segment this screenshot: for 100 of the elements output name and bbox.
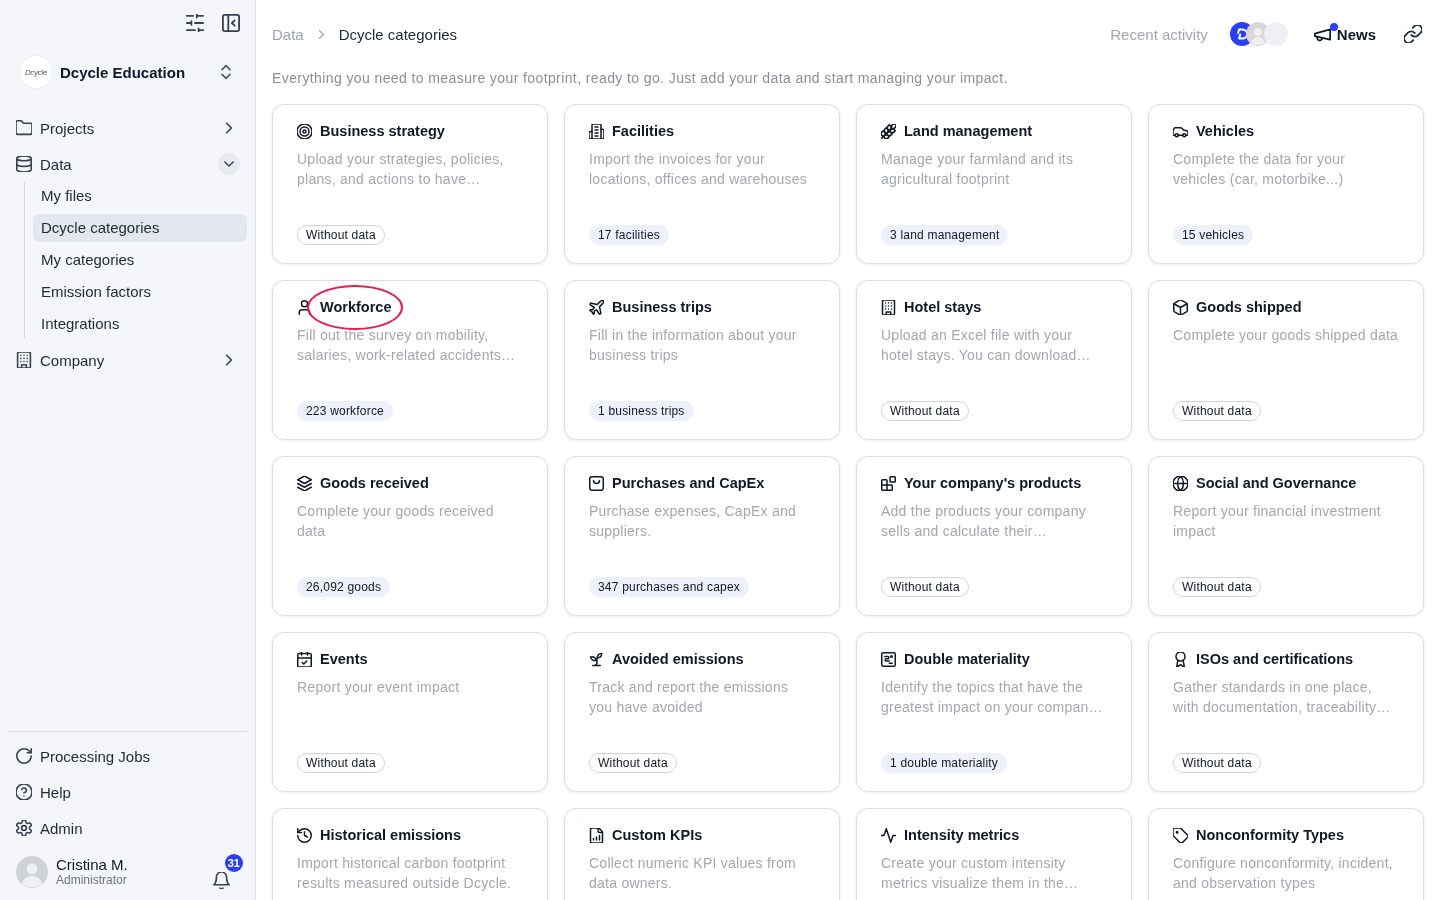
blocks-icon	[881, 475, 896, 491]
nav-subitem[interactable]: My files	[33, 182, 247, 210]
count-badge: 3 land management	[881, 225, 1009, 245]
category-card[interactable]: Purchases and CapEx Purchase expenses, CapEx and suppliers. 347 purchases and capex	[564, 456, 840, 616]
nav-item[interactable]: Company	[8, 342, 247, 378]
card-title: Business strategy	[320, 122, 445, 140]
nav-subitem[interactable]: Emission factors	[33, 278, 247, 306]
nav-subitem[interactable]: Integrations	[33, 310, 247, 338]
award-icon	[1173, 651, 1188, 667]
card-description: Create your custom intensity metrics visualize them in the…	[881, 854, 1080, 893]
card-description: Add the products your company sells and calculate their…	[881, 502, 1087, 541]
status-badge: Without data	[881, 577, 969, 597]
card-title: Land management	[904, 122, 1033, 140]
category-card[interactable]: Facilities Import the invoices for your locations, offices and warehouses 17 facilities	[564, 104, 840, 264]
chevron-down-icon[interactable]	[218, 153, 240, 175]
category-card[interactable]: Events Report your event impact Without data	[272, 632, 548, 792]
nav-subitem[interactable]: My categories	[33, 246, 247, 274]
chart-square-icon	[881, 651, 896, 667]
card-title: Vehicles	[1196, 122, 1255, 140]
layers-icon	[297, 475, 312, 491]
category-card[interactable]: Your company's products Add the products your company sells and calculate their… Without data	[856, 456, 1132, 616]
card-description: Fill out the survey on mobility, salaries, work-related accidents…	[297, 326, 517, 365]
count-badge: 15 vehicles	[1173, 225, 1254, 245]
status-badge: Without data	[1173, 401, 1261, 421]
refresh-icon	[16, 748, 32, 764]
nav-item[interactable]: Processing Jobs	[8, 738, 247, 774]
category-card[interactable]: Custom KPIs Collect numeric KPI values from data owners.	[564, 808, 840, 900]
box-icon	[1173, 299, 1188, 315]
intro-text: Everything you need to measure your footprint, ready to go. Just add your data and start managing your impact.	[272, 69, 1009, 88]
count-badge: 17 facilities	[589, 225, 669, 245]
card-title: Hotel stays	[904, 298, 982, 316]
category-card[interactable]: Vehicles Complete the data for your vehicles (car, motorbike...) 15 vehicles	[1148, 104, 1424, 264]
category-card[interactable]: Intensity metrics Create your custom intensity metrics visualize them in the…	[856, 808, 1132, 900]
card-description: Identify the topics that have the greatest impact on your compan…	[881, 678, 1104, 717]
notification-badge: 31	[224, 854, 243, 872]
status-badge: Without data	[1173, 753, 1261, 773]
notifications-button[interactable]: 31	[211, 854, 243, 890]
link-icon[interactable]	[1404, 25, 1422, 43]
user-name: Cristina M.	[56, 856, 129, 873]
category-card[interactable]: Land management Manage your farmland and its agricultural footprint 3 land management	[856, 104, 1132, 264]
news-button[interactable]: News	[1309, 17, 1380, 51]
collapse-sidebar-icon[interactable]	[222, 14, 240, 32]
card-description: Upload an Excel file with your hotel stays. You can download…	[881, 326, 1092, 365]
category-card[interactable]: ISOs and certifications Gather standards in one place, with documentation, traceability… Without data	[1148, 632, 1424, 792]
card-description: Import historical carbon footprint results measured outside Dcycle.	[297, 854, 513, 893]
nav-item[interactable]: Admin	[8, 810, 247, 846]
plane-icon	[589, 299, 604, 315]
organization-switcher[interactable]: Dcycle Dcycle Education	[8, 52, 247, 92]
office-building-icon	[589, 123, 604, 139]
category-card[interactable]: Business trips Fill in the information about your business trips 1 business trips	[564, 280, 840, 440]
category-card[interactable]: Historical emissions Import historical carbon footprint results measured outside Dcycle.	[272, 808, 548, 900]
card-title: Avoided emissions	[612, 650, 744, 668]
card-description: Complete the data for your vehicles (car, motorbike...)	[1173, 150, 1347, 189]
card-description: Collect numeric KPI values from data owners.	[589, 854, 797, 893]
target-icon	[297, 123, 312, 139]
pulse-icon	[881, 827, 896, 843]
globe-icon	[1173, 475, 1188, 491]
card-title: Custom KPIs	[612, 826, 703, 844]
category-card[interactable]: Double materiality Identify the topics that have the greatest impact on your compan… 1 double materiality	[856, 632, 1132, 792]
breadcrumb-current: Dcycle categories	[338, 25, 458, 43]
shopping-bag-icon	[589, 475, 604, 491]
file-chart-icon	[589, 827, 604, 843]
nav-item[interactable]: Data	[8, 146, 247, 182]
nav-item[interactable]: Projects	[8, 110, 247, 146]
status-badge: Without data	[589, 753, 677, 773]
card-title: Facilities	[612, 122, 675, 140]
wheat-icon	[881, 123, 896, 139]
category-card[interactable]: Nonconformity Types Configure nonconformity, incident, and observation types	[1148, 808, 1424, 900]
category-card[interactable]: Goods received Complete your goods received data 26,092 goods	[272, 456, 548, 616]
card-title: Social and Governance	[1196, 474, 1357, 492]
category-card[interactable]: Workforce Fill out the survey on mobility, salaries, work-related accidents… 223 workforce	[272, 280, 548, 440]
category-card[interactable]: Social and Governance Report your financial investment impact Without data	[1148, 456, 1424, 616]
card-description: Fill in the information about your business trips	[589, 326, 798, 365]
history-icon	[297, 827, 312, 843]
nav-subitem[interactable]: Dcycle categories	[33, 214, 247, 242]
nav-item[interactable]: Help	[8, 774, 247, 810]
card-title: Historical emissions	[320, 826, 462, 844]
tag-icon	[1173, 827, 1188, 843]
count-badge: 26,092 goods	[297, 577, 391, 597]
organization-logo: Dcycle	[20, 56, 52, 88]
category-card[interactable]: Avoided emissions Track and report the emissions you have avoided Without data	[564, 632, 840, 792]
chevrons-up-down-icon	[218, 64, 234, 80]
count-badge: 347 purchases and capex	[589, 577, 750, 597]
sliders-icon[interactable]	[186, 14, 204, 32]
card-title: Goods shipped	[1196, 298, 1302, 316]
card-title: ISOs and certifications	[1196, 650, 1354, 668]
card-title: Intensity metrics	[904, 826, 1020, 844]
category-card[interactable]: Hotel stays Upload an Excel file with your hotel stays. You can download… Without data	[856, 280, 1132, 440]
status-badge: Without data	[881, 401, 969, 421]
card-title: Events	[320, 650, 368, 668]
card-description: Report your financial investment impact	[1173, 502, 1382, 541]
card-title: Workforce	[320, 298, 392, 316]
card-title: Business trips	[612, 298, 712, 316]
count-badge: 1 double materiality	[881, 753, 1008, 773]
count-badge: 1 business trips	[589, 401, 694, 421]
card-title: Purchases and CapEx	[612, 474, 765, 492]
category-card[interactable]: Business strategy Upload your strategies, policies, plans, and actions to have… Without data	[272, 104, 548, 264]
sprout-icon	[589, 651, 604, 667]
category-card[interactable]: Goods shipped Complete your goods shipped data Without data	[1148, 280, 1424, 440]
card-description: Configure nonconformity, incident, and observation types	[1173, 854, 1394, 893]
